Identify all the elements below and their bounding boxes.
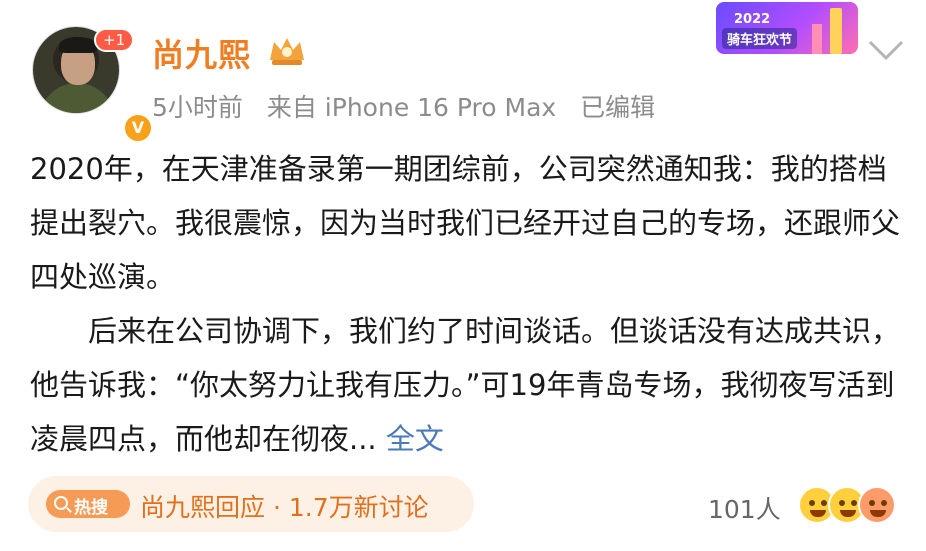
reaction-count: 101人 — [708, 495, 781, 524]
post-meta: 5小时前 来自 iPhone 16 Pro Max 已编辑 — [152, 88, 671, 124]
crown-icon — [270, 38, 304, 65]
verified-icon — [122, 112, 154, 144]
event-decoration — [812, 24, 822, 54]
post-source: 来自 iPhone 16 Pro Max — [266, 93, 557, 122]
event-year: 2022 — [734, 12, 771, 27]
full-text-link[interactable]: 全文 — [386, 422, 444, 456]
post-time: 5小时前 — [152, 93, 243, 122]
avatar-hair — [59, 37, 97, 53]
hot-search-text: 尚九熙回应 · 1.7万新讨论 — [140, 493, 429, 522]
follow-badge[interactable]: +1 — [94, 28, 135, 52]
edited-label[interactable]: 已编辑 — [580, 93, 655, 122]
post-body: 2020年，在天津准备录第一期团综前，公司突然通知我：我的搭档提出裂穴。我很震惊… — [30, 142, 902, 466]
search-icon — [54, 496, 68, 510]
paragraph-text: 后来在公司协调下，我们约了时间谈话。但谈话没有达成共识，他告诉我：“你太努力让我… — [30, 314, 901, 456]
hot-tag-label: 热搜 — [74, 498, 108, 518]
paragraph-text: 2020年，在天津准备录第一期团综前，公司突然通知我：我的搭档提出裂穴。我很震惊… — [30, 152, 901, 294]
cry-emoji-icon — [858, 486, 896, 524]
event-title: 骑车狂欢节 — [722, 28, 798, 49]
event-tower-icon — [830, 8, 842, 54]
post-header: +1 尚九熙 5小时前 来自 iPhone 16 Pro Max 已编辑 202… — [0, 0, 926, 144]
hot-search-bar[interactable]: 热搜 尚九熙回应 · 1.7万新讨论 — [28, 476, 474, 532]
event-badge[interactable]: 2022 骑车狂欢节 — [716, 2, 858, 54]
post-paragraph: 2020年，在天津准备录第一期团综前，公司突然通知我：我的搭档提出裂穴。我很震惊… — [30, 142, 902, 304]
hot-search-tag: 热搜 — [46, 490, 130, 518]
chevron-down-icon[interactable] — [866, 38, 906, 62]
username[interactable]: 尚九熙 — [152, 30, 251, 76]
avatar-shoulders — [39, 83, 115, 113]
post-paragraph: 后来在公司协调下，我们约了时间谈话。但谈话没有达成共识，他告诉我：“你太努力让我… — [30, 304, 902, 466]
